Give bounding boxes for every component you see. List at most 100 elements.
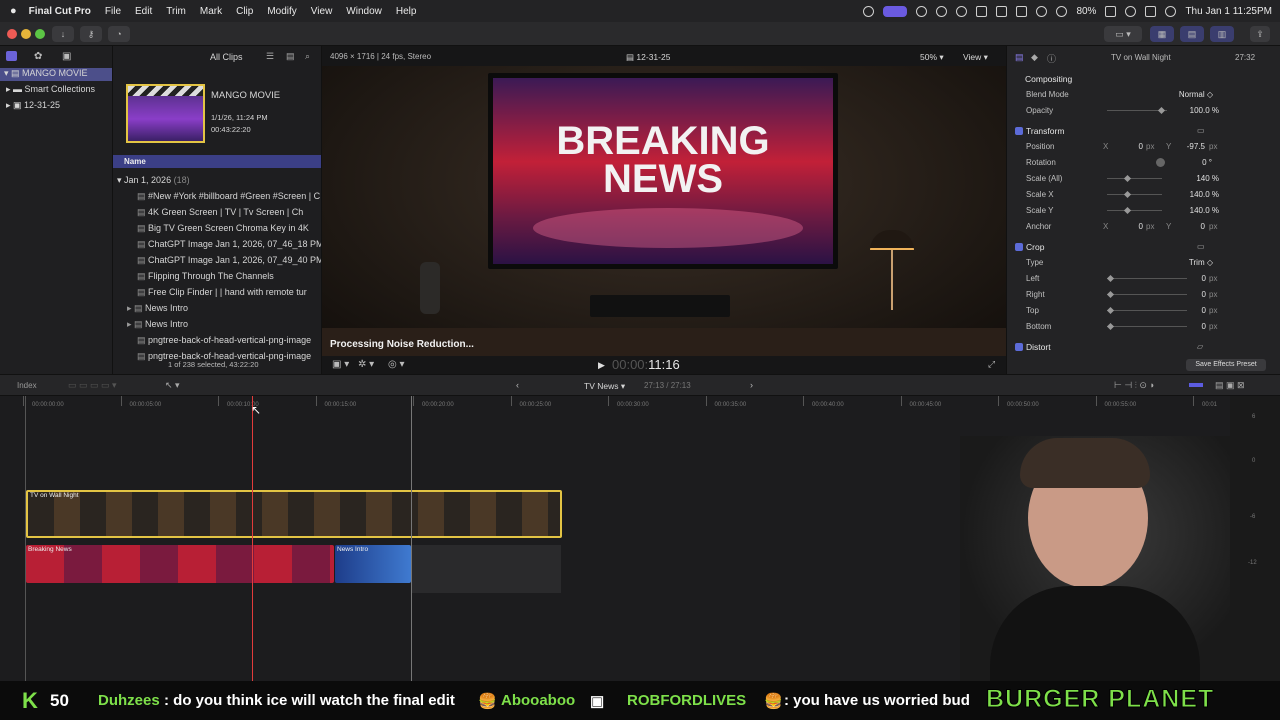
crop-top-value[interactable]: 0 bbox=[1192, 306, 1206, 315]
library-item-smart-collections[interactable]: ▸ ▬ Smart Collections bbox=[6, 84, 95, 95]
crop-left-knob[interactable] bbox=[1106, 274, 1115, 283]
crop-right-knob[interactable] bbox=[1106, 290, 1115, 299]
crop-top-slider[interactable] bbox=[1107, 310, 1187, 311]
scale-y-slider[interactable] bbox=[1107, 210, 1162, 211]
bluetooth-icon[interactable] bbox=[1036, 5, 1048, 17]
transform-section[interactable]: Transform bbox=[1026, 126, 1064, 136]
screen-record-icon[interactable] bbox=[883, 5, 908, 17]
apple-icon[interactable]: ● bbox=[10, 5, 17, 17]
workspace-icon[interactable]: ▭ ▾ bbox=[1104, 26, 1142, 42]
menu-view[interactable]: View bbox=[311, 6, 333, 17]
search-icon[interactable]: ⌕ bbox=[305, 51, 310, 62]
anchor-y-value[interactable]: 0 bbox=[1177, 222, 1205, 231]
transform-onscreen-icon[interactable]: ▭ bbox=[1197, 126, 1205, 135]
rotation-dial[interactable] bbox=[1156, 158, 1165, 167]
effects-browser-icons[interactable]: ▤ ▣ ⊠ bbox=[1215, 380, 1245, 391]
distort-section[interactable]: Distort bbox=[1026, 342, 1051, 352]
crop-type-select[interactable]: Trim ◇ bbox=[1167, 258, 1213, 267]
wifi-icon[interactable] bbox=[1056, 5, 1068, 17]
timeline[interactable]: 00:00:00:00 00:00:05:00 00:00:10:00 00:00:1… bbox=[0, 396, 1230, 681]
share-icon[interactable]: ⇪ bbox=[1250, 26, 1270, 42]
transform-checkbox[interactable] bbox=[1015, 127, 1023, 135]
compositing-section[interactable]: Compositing bbox=[1025, 74, 1072, 84]
sync-icon[interactable] bbox=[863, 5, 875, 17]
opacity-value[interactable]: 100.0 % bbox=[1177, 106, 1219, 115]
color-inspector-icon[interactable]: ◆ bbox=[1031, 52, 1038, 63]
index-button[interactable]: Index bbox=[17, 381, 37, 390]
library-item-event[interactable]: ▸ ▣ 12-31-25 bbox=[6, 100, 60, 111]
clip-list-item[interactable]: ▤ Flipping Through The Channels bbox=[137, 271, 321, 282]
crop-bottom-slider[interactable] bbox=[1107, 326, 1187, 327]
show-browser-icon[interactable]: ▦ bbox=[1150, 26, 1174, 42]
list-view-icon[interactable]: ☰ bbox=[266, 51, 274, 62]
playhead[interactable] bbox=[252, 396, 253, 681]
select-tool-icon[interactable]: ↖ ▾ bbox=[165, 380, 180, 391]
view-menu[interactable]: View ▾ bbox=[963, 52, 988, 63]
crop-onscreen-icon[interactable]: ▭ bbox=[1197, 242, 1205, 251]
clip-breaking-news[interactable]: Breaking News bbox=[26, 545, 334, 583]
scale-all-knob[interactable] bbox=[1123, 174, 1132, 183]
battery-icon[interactable] bbox=[1105, 5, 1117, 17]
titles-icon[interactable]: ▣ bbox=[62, 51, 71, 62]
group-header[interactable]: ▾ Jan 1, 2026 (18) bbox=[117, 175, 190, 186]
opacity-knob[interactable] bbox=[1157, 106, 1166, 115]
anchor-x-value[interactable]: 0 bbox=[1125, 222, 1143, 231]
clip-list-item[interactable]: ▸ ▤ News Intro bbox=[127, 319, 311, 330]
zoom-menu[interactable]: 50% ▾ bbox=[920, 52, 944, 63]
blend-mode-select[interactable]: Normal ◇ bbox=[1157, 90, 1213, 99]
clip-list-item[interactable]: ▸ ▤ News Intro bbox=[127, 303, 311, 314]
transform-tool-icon[interactable]: ▣ ▾ bbox=[332, 359, 349, 370]
clip-list-item[interactable]: ▤ pngtree-back-of-head-vertical-png-imag… bbox=[137, 335, 321, 346]
show-timeline-icon[interactable]: ▤ bbox=[1180, 26, 1204, 42]
distort-checkbox[interactable] bbox=[1015, 343, 1023, 351]
zoom-button[interactable] bbox=[35, 29, 45, 39]
crop-top-knob[interactable] bbox=[1106, 306, 1115, 315]
play-icon[interactable] bbox=[956, 5, 968, 17]
scale-all-value[interactable]: 140 % bbox=[1179, 174, 1219, 183]
import-icon[interactable]: ↓ bbox=[52, 26, 74, 42]
play-button[interactable]: ▶ bbox=[598, 360, 605, 371]
scale-all-slider[interactable] bbox=[1107, 178, 1162, 179]
show-inspector-icon[interactable]: ▥ bbox=[1210, 26, 1234, 42]
clip-list-item[interactable]: ▤ Free Clip Finder | | hand with remote … bbox=[137, 287, 321, 298]
menu-window[interactable]: Window bbox=[346, 6, 382, 17]
menu-app-name[interactable]: Final Cut Pro bbox=[29, 6, 91, 17]
crop-section[interactable]: Crop bbox=[1026, 242, 1044, 252]
position-x-value[interactable]: 0 bbox=[1125, 142, 1143, 151]
position-y-value[interactable]: -97.5 bbox=[1177, 142, 1205, 151]
monitor-icon[interactable] bbox=[1016, 5, 1028, 17]
scale-y-value[interactable]: 140.0 % bbox=[1172, 206, 1219, 215]
info-inspector-icon[interactable]: ⓘ bbox=[1047, 52, 1056, 65]
enhance-tool-icon[interactable]: ✲ ▾ bbox=[358, 359, 374, 370]
control-center-icon[interactable] bbox=[1145, 5, 1157, 17]
library-item-root[interactable]: ▾ ▤ MANGO MOVIE bbox=[0, 68, 112, 81]
menu-trim[interactable]: Trim bbox=[166, 6, 186, 17]
video-frame[interactable]: BREAKING NEWS Processing Noise Reduction… bbox=[322, 66, 1006, 356]
timeline-project-menu[interactable]: TV News ▾ bbox=[584, 381, 625, 392]
clip-tv-on-wall-night[interactable]: TV on Wall Night bbox=[26, 490, 562, 538]
clip-list-item[interactable]: ▤ Big TV Green Screen Chroma Key in 4K bbox=[137, 223, 321, 234]
globe-icon[interactable] bbox=[936, 5, 948, 17]
clock[interactable]: Thu Jan 1 11:25PM bbox=[1185, 6, 1272, 17]
video-inspector-icon[interactable]: ▤ bbox=[1015, 52, 1024, 63]
clip-list-item[interactable]: ▤ ChatGPT Image Jan 1, 2026, 07_46_18 PM bbox=[137, 239, 321, 250]
crop-left-value[interactable]: 0 bbox=[1192, 274, 1206, 283]
siri-icon[interactable] bbox=[1165, 5, 1177, 17]
crop-bottom-knob[interactable] bbox=[1106, 322, 1115, 331]
clip-list-item[interactable]: ▤ ChatGPT Image Jan 1, 2026, 07_49_40 PM bbox=[137, 255, 321, 266]
menu-edit[interactable]: Edit bbox=[135, 6, 152, 17]
libraries-icon[interactable] bbox=[6, 51, 17, 61]
save-effects-preset-button[interactable]: Save Effects Preset bbox=[1186, 359, 1266, 371]
photos-icon[interactable]: ✿ bbox=[34, 51, 42, 62]
rotation-value[interactable]: 0 ° bbox=[1182, 158, 1212, 167]
scale-x-knob[interactable] bbox=[1123, 190, 1132, 199]
project-thumbnail[interactable] bbox=[126, 84, 205, 143]
scale-x-value[interactable]: 140.0 % bbox=[1172, 190, 1219, 199]
speed-tool-icon[interactable]: ◎ ▾ bbox=[388, 359, 405, 370]
menu-file[interactable]: File bbox=[105, 6, 121, 17]
close-button[interactable] bbox=[7, 29, 17, 39]
all-clips-filter[interactable]: All Clips bbox=[210, 52, 243, 62]
crop-bottom-value[interactable]: 0 bbox=[1192, 322, 1206, 331]
scale-x-slider[interactable] bbox=[1107, 194, 1162, 195]
edit-buttons[interactable]: ▭ ▭ ▭ ▭ ▾ bbox=[68, 380, 117, 391]
